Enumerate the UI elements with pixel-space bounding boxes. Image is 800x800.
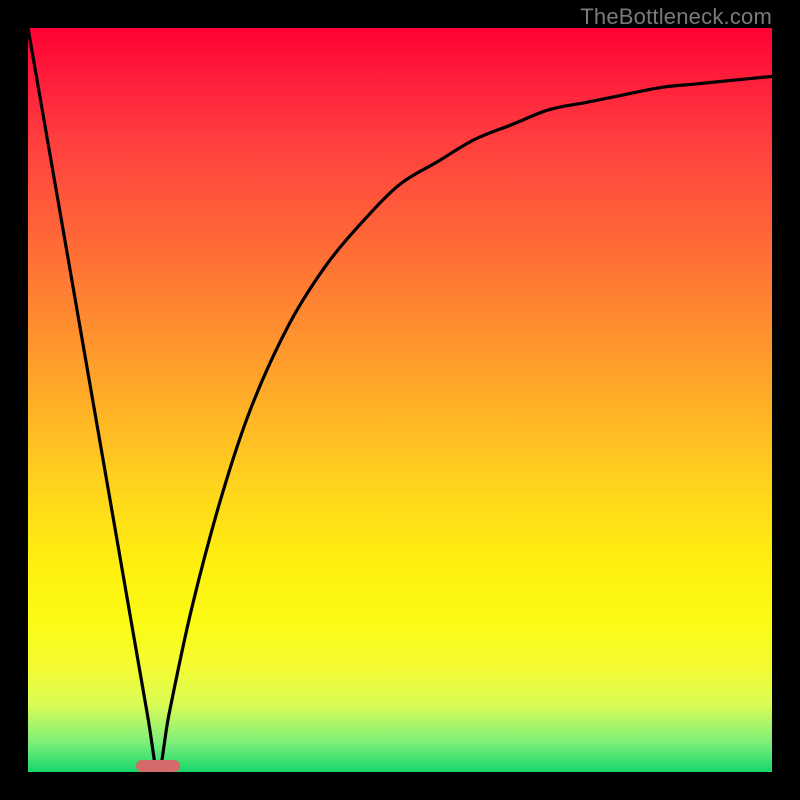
bottleneck-curve [28, 28, 772, 772]
plot-area [28, 28, 772, 772]
watermark-text: TheBottleneck.com [580, 4, 772, 30]
chart-frame: TheBottleneck.com [0, 0, 800, 800]
minimum-marker [136, 760, 180, 772]
